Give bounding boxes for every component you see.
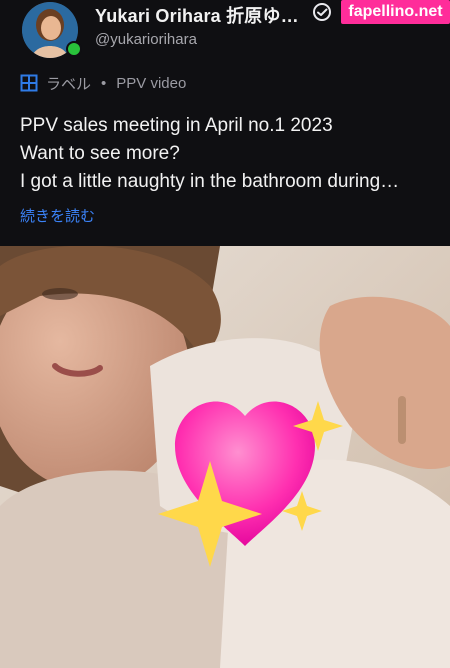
post-line-2: Want to see more? [20,143,180,164]
label-grid-icon [20,74,38,92]
post-line-3: I got a little naughty in the bathroom d… [20,171,400,192]
media-image [0,246,450,668]
verified-check-icon [312,2,332,22]
display-name[interactable]: Yukari Orihara 折原ゆ… [95,2,299,28]
post-header: Yukari Orihara 折原ゆ… fapellino.net @yukar… [0,0,450,62]
post-text: PPV sales meeting in April no.1 2023 Wan… [20,112,440,196]
watermark: fapellino.net [341,0,450,24]
handle[interactable]: @yukariorihara [95,31,197,48]
post-media[interactable] [0,246,450,668]
meta-separator: • [101,74,107,92]
post-line-1: PPV sales meeting in April no.1 2023 [20,115,333,136]
post-meta: ラベル • PPV video [20,72,186,94]
post-type: PPV video [116,74,187,92]
read-more-link[interactable]: 続きを読む [20,205,95,226]
label-text[interactable]: ラベル [46,73,91,94]
online-status-dot [66,41,82,57]
